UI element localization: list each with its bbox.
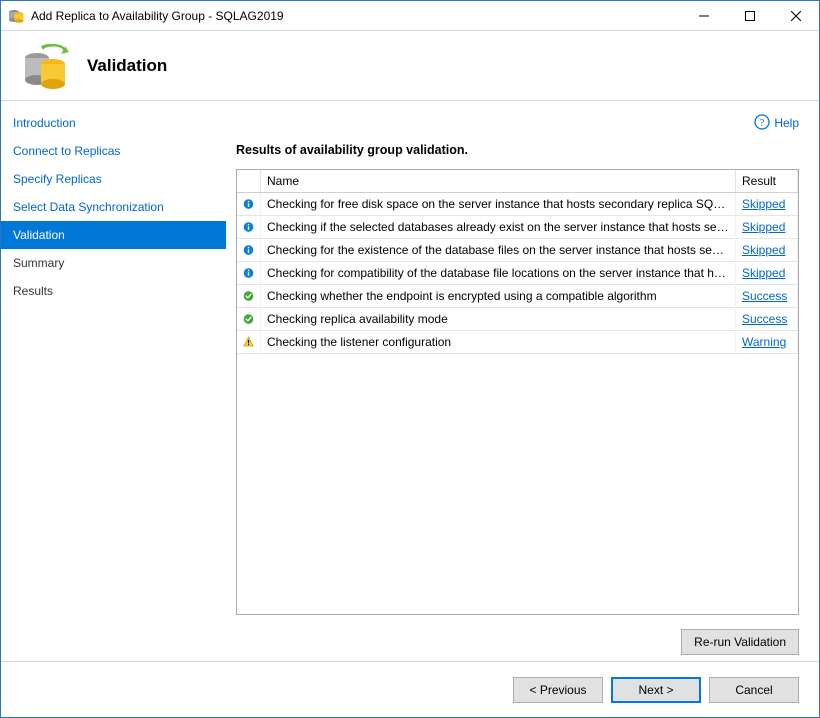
row-name: Checking whether the endpoint is encrypt…: [261, 286, 736, 306]
sidebar-item-select-data-sync[interactable]: Select Data Synchronization: [1, 193, 226, 221]
next-button[interactable]: Next >: [611, 677, 701, 703]
row-result: Success: [736, 309, 798, 329]
titlebar: Add Replica to Availability Group - SQLA…: [1, 1, 819, 31]
row-result: Skipped: [736, 263, 798, 283]
table-row[interactable]: Checking replica availability mode Succes…: [237, 308, 798, 331]
table-row[interactable]: Checking for the existence of the databa…: [237, 239, 798, 262]
wizard-footer: < Previous Next > Cancel: [1, 661, 819, 717]
sidebar-item-summary[interactable]: Summary: [1, 249, 226, 277]
result-link[interactable]: Success: [742, 312, 787, 326]
info-icon: [237, 262, 261, 284]
row-result: Skipped: [736, 217, 798, 237]
grid-header: Name Result: [237, 170, 798, 193]
info-icon: [237, 216, 261, 238]
help-label: Help: [774, 116, 799, 130]
validation-grid: Name Result Checking for free disk space…: [236, 169, 799, 615]
info-icon: [237, 193, 261, 215]
row-name: Checking replica availability mode: [261, 309, 736, 329]
row-result: Skipped: [736, 194, 798, 214]
window-title: Add Replica to Availability Group - SQLA…: [31, 9, 681, 23]
table-row[interactable]: Checking if the selected databases alrea…: [237, 216, 798, 239]
table-row[interactable]: Checking whether the endpoint is encrypt…: [237, 285, 798, 308]
grid-header-icon: [237, 170, 261, 192]
help-link[interactable]: ? Help: [754, 114, 799, 133]
row-name: Checking if the selected databases alrea…: [261, 217, 736, 237]
wizard-header: Validation: [1, 31, 819, 101]
result-link[interactable]: Skipped: [742, 266, 785, 280]
validation-subtitle: Results of availability group validation…: [236, 143, 799, 157]
wizard-sidebar: Introduction Connect to Replicas Specify…: [1, 101, 226, 661]
row-name: Checking the listener configuration: [261, 332, 736, 352]
result-link[interactable]: Skipped: [742, 197, 785, 211]
warning-icon: [237, 331, 261, 353]
table-row[interactable]: Checking the listener configuration Warni…: [237, 331, 798, 354]
sidebar-item-results[interactable]: Results: [1, 277, 226, 305]
cancel-button[interactable]: Cancel: [709, 677, 799, 703]
wizard-main: ? Help Results of availability group val…: [226, 101, 819, 661]
result-link[interactable]: Skipped: [742, 243, 785, 257]
page-title: Validation: [87, 56, 167, 76]
help-row: ? Help: [236, 111, 799, 135]
window-controls: [681, 1, 819, 31]
grid-body: Checking for free disk space on the serv…: [237, 193, 798, 614]
row-result: Warning: [736, 332, 798, 352]
result-link[interactable]: Success: [742, 289, 787, 303]
result-link[interactable]: Warning: [742, 335, 786, 349]
rerun-validation-button[interactable]: Re-run Validation: [681, 629, 799, 655]
sidebar-item-validation[interactable]: Validation: [1, 221, 226, 249]
row-name: Checking for free disk space on the serv…: [261, 194, 736, 214]
success-icon: [237, 308, 261, 330]
result-link[interactable]: Skipped: [742, 220, 785, 234]
table-row[interactable]: Checking for compatibility of the databa…: [237, 262, 798, 285]
grid-header-result[interactable]: Result: [736, 170, 798, 192]
wizard-body: Introduction Connect to Replicas Specify…: [1, 101, 819, 661]
app-icon: [8, 8, 24, 24]
sidebar-item-introduction[interactable]: Introduction: [1, 109, 226, 137]
previous-button[interactable]: < Previous: [513, 677, 603, 703]
maximize-button[interactable]: [727, 1, 773, 31]
sidebar-item-specify-replicas[interactable]: Specify Replicas: [1, 165, 226, 193]
wizard-window: Add Replica to Availability Group - SQLA…: [0, 0, 820, 718]
row-name: Checking for compatibility of the databa…: [261, 263, 736, 283]
rerun-row: Re-run Validation: [236, 615, 799, 661]
info-icon: [237, 239, 261, 261]
grid-header-name[interactable]: Name: [261, 170, 736, 192]
row-result: Skipped: [736, 240, 798, 260]
table-row[interactable]: Checking for free disk space on the serv…: [237, 193, 798, 216]
success-icon: [237, 285, 261, 307]
sidebar-item-connect-replicas[interactable]: Connect to Replicas: [1, 137, 226, 165]
wizard-page-icon: [21, 42, 69, 90]
row-result: Success: [736, 286, 798, 306]
help-icon: ?: [754, 114, 770, 133]
row-name: Checking for the existence of the databa…: [261, 240, 736, 260]
minimize-button[interactable]: [681, 1, 727, 31]
close-button[interactable]: [773, 1, 819, 31]
svg-text:?: ?: [760, 117, 765, 129]
